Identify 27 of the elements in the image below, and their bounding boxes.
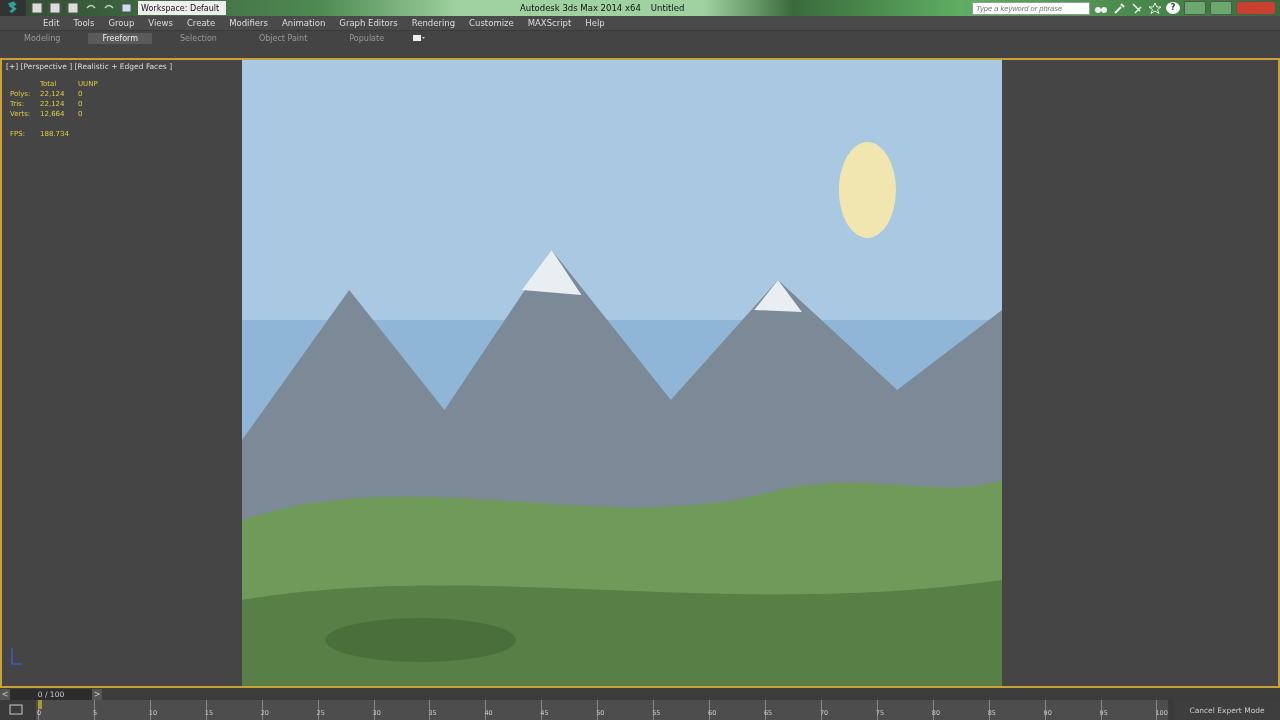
star-icon[interactable] [1148,2,1162,14]
menu-item[interactable]: Modifiers [222,18,275,28]
next-frame-button[interactable]: > [92,688,102,700]
previous-frame-button[interactable]: < [0,688,10,700]
wrench-icon[interactable] [1112,2,1126,14]
menu-item[interactable]: Tools [66,18,102,28]
menu-item[interactable]: Group [101,18,142,28]
app-logo[interactable] [0,0,26,16]
window-title: Autodesk 3ds Max 2014 x64 [520,3,641,13]
menu-item[interactable]: Create [179,18,223,28]
ribbon-tab[interactable]: Populate [335,32,399,44]
menu-item[interactable]: MAXScript [520,18,579,28]
ribbon-tab[interactable]: Freeform [88,32,153,44]
menu-item[interactable]: Views [141,18,180,28]
ribbon-tab[interactable]: Selection [166,32,231,44]
workspace-dropdown[interactable]: Workspace: Default [138,1,226,15]
ribbon-tab[interactable]: Modeling [10,32,75,44]
panel-toggle-icon[interactable] [412,32,427,44]
ribbon-tab[interactable]: Object Paint [244,32,322,44]
help-button[interactable]: ? [1166,2,1180,14]
document-title: Untitled [650,3,685,13]
menu-item[interactable]: Rendering [404,18,463,28]
menu-item[interactable]: Edit [36,18,67,28]
menu-item[interactable]: Graph Editors [332,18,405,28]
menu-item[interactable]: Animation [275,18,333,28]
menu-item[interactable]: Customize [462,18,521,28]
menu-item[interactable]: Help [578,18,612,28]
